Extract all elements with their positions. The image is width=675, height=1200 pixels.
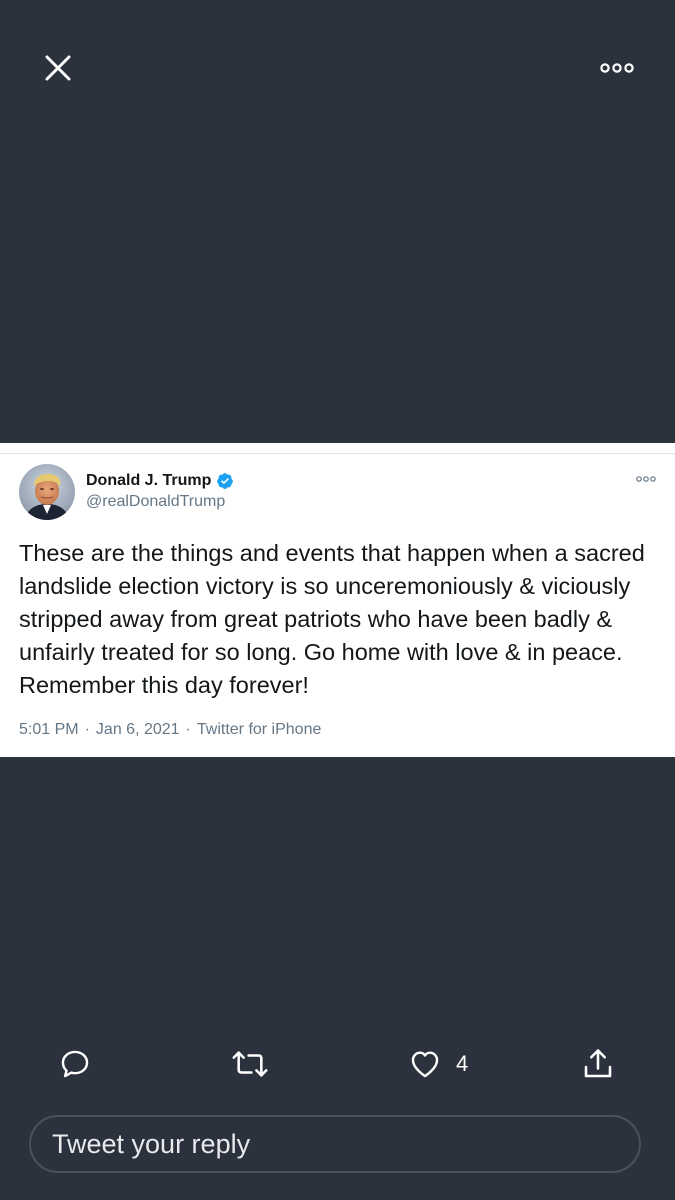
media-viewer: Donald J. Trump @realDonaldTrump These a…: [0, 0, 675, 1200]
author-handle[interactable]: @realDonaldTrump: [86, 493, 225, 511]
reply-button[interactable]: [58, 1040, 92, 1088]
close-icon: [45, 55, 71, 81]
avatar-image: [19, 464, 75, 520]
share-icon: [584, 1049, 612, 1078]
author-name-row[interactable]: Donald J. Trump: [86, 471, 234, 491]
like-count: 4: [456, 1051, 469, 1076]
share-button[interactable]: [580, 1040, 616, 1088]
tweet-meta: 5:01 PM · Jan 6, 2021 · Twitter for iPho…: [19, 721, 321, 739]
reply-icon: [61, 1050, 89, 1078]
more-options-button[interactable]: [594, 52, 640, 84]
tweet-text: These are the things and events that hap…: [19, 540, 645, 698]
like-button[interactable]: 4: [408, 1040, 468, 1088]
author-name[interactable]: Donald J. Trump: [86, 472, 211, 490]
tweet-source[interactable]: Twitter for iPhone: [197, 721, 322, 739]
more-horizontal-icon: [636, 476, 656, 482]
reply-input[interactable]: [52, 1128, 612, 1160]
tweet-more-button[interactable]: [632, 471, 660, 487]
retweet-icon: [232, 1051, 268, 1077]
reply-composer[interactable]: [29, 1115, 641, 1173]
heart-icon: [411, 1051, 439, 1078]
meta-separator: ·: [84, 721, 90, 738]
tweet-date[interactable]: Jan 6, 2021: [96, 721, 180, 739]
tweet-time[interactable]: 5:01 PM: [19, 721, 79, 739]
divider: [0, 453, 675, 454]
more-horizontal-icon: [600, 63, 634, 73]
retweet-button[interactable]: [230, 1040, 270, 1088]
close-button[interactable]: [36, 46, 80, 90]
avatar[interactable]: [19, 464, 75, 520]
tweet-card[interactable]: Donald J. Trump @realDonaldTrump These a…: [0, 443, 675, 757]
meta-separator: ·: [185, 721, 191, 738]
verified-badge-icon: [216, 472, 234, 490]
